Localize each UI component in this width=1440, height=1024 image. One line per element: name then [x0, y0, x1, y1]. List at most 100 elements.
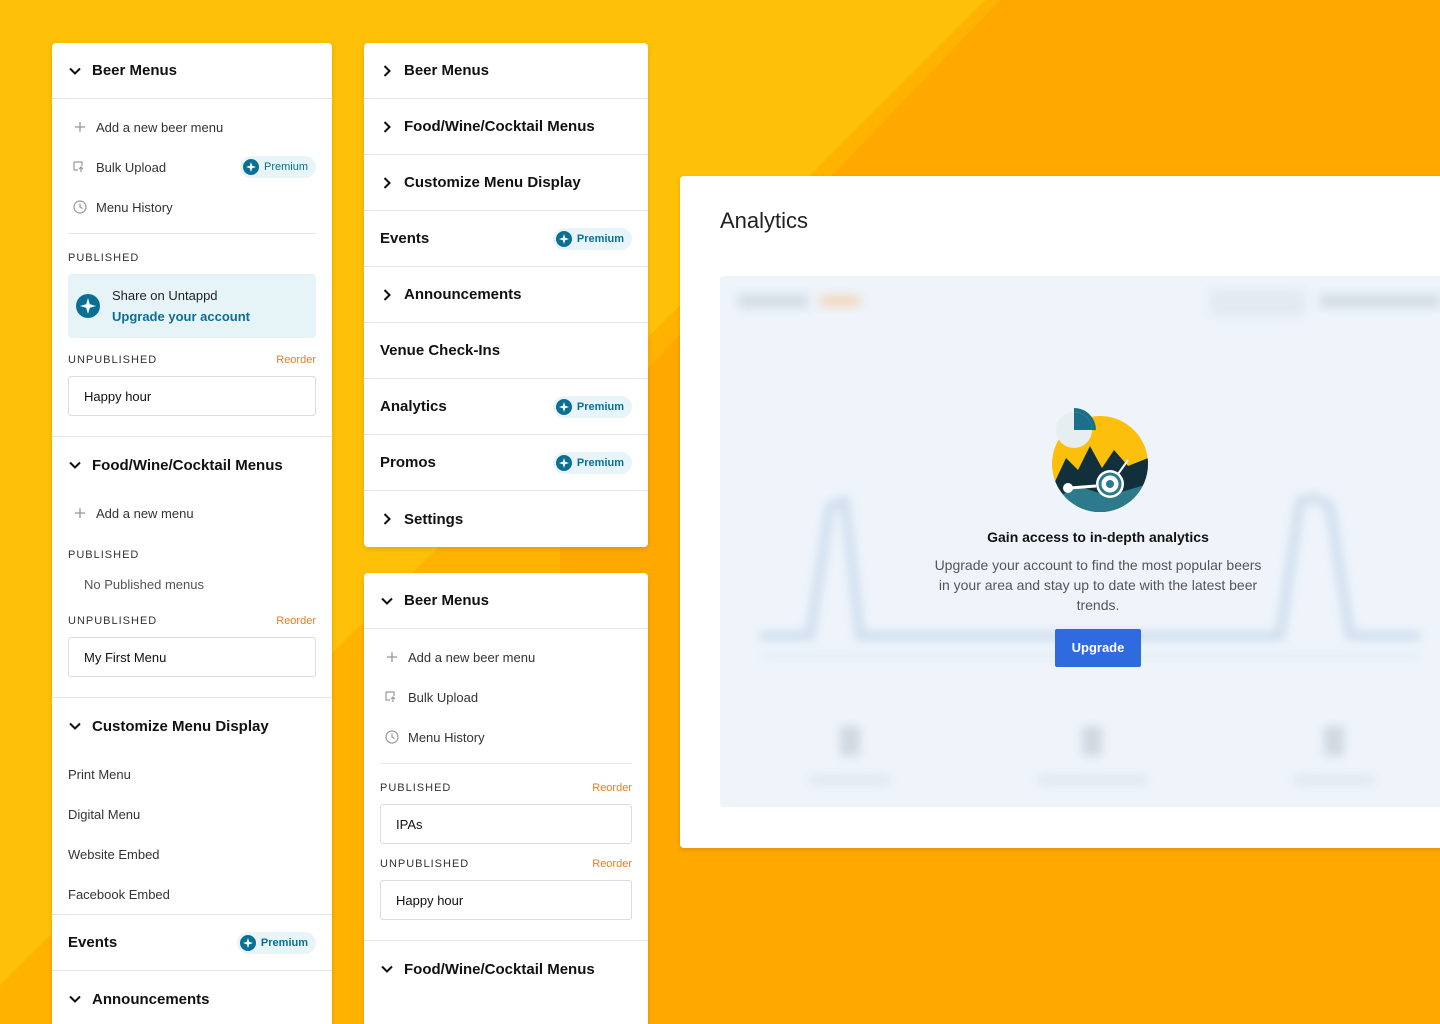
published-caption: PUBLISHED [68, 543, 316, 567]
food-menus-header[interactable]: Food/Wine/Cocktail Menus [364, 941, 648, 997]
add-beer-menu-action[interactable]: Add a new beer menu [380, 637, 632, 677]
upgrade-prompt: Gain access to in-depth analytics Upgrad… [928, 408, 1268, 667]
bulk-upload-action[interactable]: Bulk Upload [380, 677, 632, 717]
events-row[interactable]: Events Premium [52, 915, 332, 971]
section-title: Beer Menus [92, 62, 178, 79]
menu-item-my-first-menu[interactable]: My First Menu [68, 637, 316, 677]
sidebar-collapsed-panel: Beer Menus Food/Wine/Cocktail Menus Cust… [364, 43, 648, 547]
unpublished-caption: UNPUBLISHED Reorder [68, 609, 316, 633]
food-menus-content: Add a new menu PUBLISHED No Published me… [52, 493, 332, 697]
star-icon [555, 230, 572, 247]
upload-icon [384, 689, 400, 705]
premium-badge: Premium [236, 931, 316, 954]
nav-label: Beer Menus [404, 62, 490, 79]
nav-label: Analytics [380, 398, 447, 415]
chevron-down-icon [68, 992, 82, 1006]
section-title: Customize Menu Display [92, 717, 269, 735]
nav-label: Customize Menu Display [404, 174, 581, 191]
website-embed-link[interactable]: Website Embed [68, 834, 316, 874]
reorder-link[interactable]: Reorder [592, 858, 632, 870]
caption-label: UNPUBLISHED [68, 354, 158, 366]
unpublished-caption: UNPUBLISHED Reorder [68, 348, 316, 372]
nav-label: Venue Check-Ins [380, 342, 501, 359]
chevron-down-icon [380, 962, 394, 976]
beer-menus-content: Add a new beer menu Bulk Upload Premium … [52, 99, 332, 436]
page-title: Analytics [720, 208, 809, 233]
chevron-down-icon [68, 64, 82, 78]
nav-customize-display[interactable]: Customize Menu Display [364, 155, 648, 211]
premium-badge: Premium [552, 395, 632, 418]
star-icon [242, 159, 259, 175]
clock-icon [72, 199, 88, 215]
nav-label: Announcements [404, 286, 522, 303]
menu-item-happy-hour[interactable]: Happy hour [380, 880, 632, 920]
upgrade-description: Upgrade your account to find the most po… [934, 557, 1262, 613]
upload-icon [72, 159, 88, 175]
divider [380, 763, 632, 764]
digital-menu-link[interactable]: Digital Menu [68, 794, 316, 834]
nav-label: Food/Wine/Cocktail Menus [404, 118, 595, 135]
menu-item-ipas[interactable]: IPAs [380, 804, 632, 844]
action-label: Menu History [96, 199, 173, 215]
action-label: Menu History [408, 729, 485, 745]
menu-history-action[interactable]: Menu History [380, 717, 632, 757]
nav-analytics[interactable]: Analytics Premium [364, 379, 648, 435]
announcements-header[interactable]: Announcements [52, 971, 332, 1024]
sidebar-expanded-panel: Beer Menus Add a new beer menu Bulk Uplo… [52, 43, 332, 1024]
menu-history-action[interactable]: Menu History [68, 187, 316, 227]
caption-label: PUBLISHED [68, 252, 140, 264]
customize-display-header[interactable]: Customize Menu Display [52, 698, 332, 754]
section-title: Food/Wine/Cocktail Menus [92, 456, 283, 474]
action-label: Bulk Upload [96, 159, 167, 175]
upgrade-heading: Gain access to in-depth analytics [987, 529, 1209, 545]
upgrade-button[interactable]: Upgrade [1055, 629, 1141, 667]
food-menus-header[interactable]: Food/Wine/Cocktail Menus [52, 437, 332, 493]
reorder-link[interactable]: Reorder [592, 782, 632, 794]
nav-label: Events [380, 230, 430, 247]
caption-label: PUBLISHED [68, 549, 140, 561]
caption-label: UNPUBLISHED [380, 858, 470, 870]
action-label: Add a new beer menu [96, 119, 224, 135]
beer-menus-header[interactable]: Beer Menus [364, 573, 648, 629]
chevron-down-icon [380, 594, 394, 608]
published-caption: PUBLISHED Reorder [380, 776, 632, 800]
premium-badge: Premium [239, 156, 316, 178]
star-icon [76, 294, 100, 318]
menu-item-happy-hour[interactable]: Happy hour [68, 376, 316, 416]
share-untappd-card[interactable]: Share on Untappd Upgrade your account [68, 274, 316, 338]
nav-events[interactable]: Events Premium [364, 211, 648, 267]
section-title: Beer Menus [404, 592, 490, 609]
premium-badge: Premium [552, 451, 632, 474]
section-title: Food/Wine/Cocktail Menus [404, 960, 595, 978]
caption-label: PUBLISHED [380, 782, 452, 794]
chevron-right-icon [380, 176, 394, 190]
upgrade-account-link[interactable]: Upgrade your account [112, 309, 250, 324]
nav-beer-menus[interactable]: Beer Menus [364, 43, 648, 99]
nav-label: Settings [404, 510, 464, 528]
analytics-panel: Analytics Gain access to in-depth analyt… [680, 176, 1440, 848]
beer-menus-header[interactable]: Beer Menus [52, 43, 332, 99]
nav-venue-check-ins[interactable]: Venue Check-Ins [364, 323, 648, 379]
add-menu-action[interactable]: Add a new menu [68, 493, 316, 533]
nav-food-menus[interactable]: Food/Wine/Cocktail Menus [364, 99, 648, 155]
plus-icon [72, 505, 88, 521]
chevron-down-icon [68, 458, 82, 472]
nav-announcements[interactable]: Announcements [364, 267, 648, 323]
chevron-right-icon [380, 120, 394, 134]
print-menu-link[interactable]: Print Menu [68, 754, 316, 794]
facebook-embed-link[interactable]: Facebook Embed [68, 874, 316, 914]
row-label: Events [68, 934, 118, 951]
nav-settings[interactable]: Settings [364, 491, 648, 547]
beer-menus-panel: Beer Menus Add a new beer menu Bulk Uplo… [364, 573, 648, 1024]
chevron-down-icon [68, 719, 82, 733]
star-icon [555, 454, 572, 471]
reorder-link[interactable]: Reorder [276, 354, 316, 366]
add-beer-menu-action[interactable]: Add a new beer menu [68, 107, 316, 147]
bulk-upload-action[interactable]: Bulk Upload Premium [68, 147, 316, 187]
beer-menus-content: Add a new beer menu Bulk Upload Menu His… [364, 629, 648, 940]
section-title: Announcements [92, 990, 210, 1008]
divider [68, 233, 316, 234]
reorder-link[interactable]: Reorder [276, 615, 316, 627]
nav-promos[interactable]: Promos Premium [364, 435, 648, 491]
chevron-right-icon [380, 512, 394, 526]
